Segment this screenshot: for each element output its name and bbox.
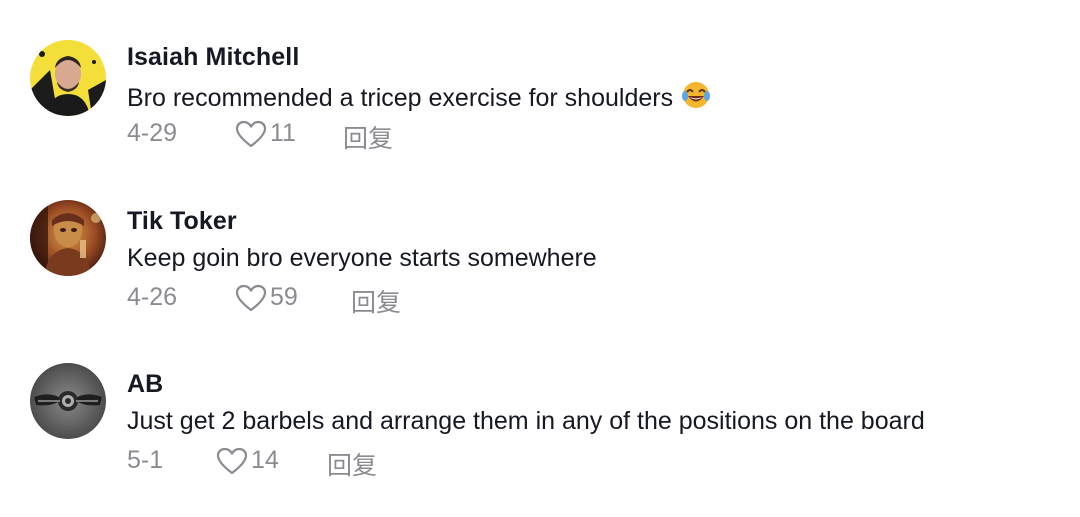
like-button[interactable]: 14 bbox=[216, 446, 279, 475]
comment-date: 4-26 bbox=[127, 283, 178, 311]
comment-item: Tik Toker Keep goin bro everyone starts … bbox=[0, 200, 1080, 354]
like-count: 59 bbox=[270, 283, 298, 311]
comment-author[interactable]: AB bbox=[127, 370, 163, 399]
reply-button[interactable]: 回复 bbox=[327, 446, 377, 482]
avatar[interactable] bbox=[30, 40, 106, 116]
like-button[interactable]: 11 bbox=[235, 119, 296, 148]
avatar[interactable] bbox=[30, 363, 106, 439]
comment-text: Just get 2 barbels and arrange them in a… bbox=[127, 407, 925, 435]
like-button[interactable]: 59 bbox=[235, 283, 298, 312]
avatar-image bbox=[30, 363, 106, 439]
face-with-tears-of-joy-icon bbox=[681, 80, 711, 117]
reply-button[interactable]: 回复 bbox=[351, 283, 401, 319]
comment-text-content: Bro recommended a tricep exercise for sh… bbox=[127, 84, 674, 112]
comment-date: 4-29 bbox=[127, 119, 178, 147]
comment-item: AB Just get 2 barbels and arrange them i… bbox=[0, 363, 1080, 517]
comment-text: Keep goin bro everyone starts somewhere bbox=[127, 244, 597, 272]
like-count: 14 bbox=[251, 446, 279, 474]
heart-outline-icon bbox=[235, 120, 267, 147]
comment-text: Bro recommended a tricep exercise for sh… bbox=[127, 80, 711, 117]
reply-button[interactable]: 回复 bbox=[343, 119, 393, 155]
heart-outline-icon bbox=[216, 447, 248, 474]
avatar-image bbox=[30, 40, 106, 116]
comment-author[interactable]: Tik Toker bbox=[127, 207, 237, 236]
comment-author[interactable]: Isaiah Mitchell bbox=[127, 43, 299, 72]
comment-date: 5-1 bbox=[127, 446, 164, 474]
comment-item: Isaiah Mitchell Bro recommended a tricep… bbox=[0, 40, 1080, 190]
heart-outline-icon bbox=[235, 284, 267, 311]
avatar-image bbox=[30, 200, 106, 276]
like-count: 11 bbox=[270, 119, 296, 147]
avatar[interactable] bbox=[30, 200, 106, 276]
